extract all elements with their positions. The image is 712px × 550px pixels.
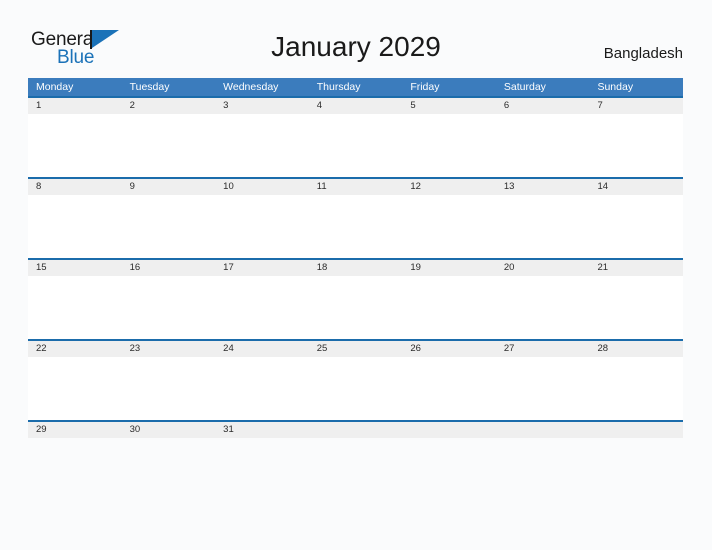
day-cell-content[interactable] [215, 357, 309, 420]
day-cell-date[interactable]: 11 [309, 179, 403, 195]
day-cell-date[interactable]: 29 [28, 422, 122, 438]
day-cell-content[interactable] [122, 195, 216, 258]
calendar-grid: Monday Tuesday Wednesday Thursday Friday… [28, 78, 683, 501]
weekday-header-sunday: Sunday [597, 81, 634, 93]
day-cell-content[interactable] [309, 276, 403, 339]
day-cell-content[interactable] [122, 276, 216, 339]
day-cell-date[interactable]: 17 [215, 260, 309, 276]
day-cell-content[interactable] [496, 357, 590, 420]
day-cell-date[interactable]: 31 [215, 422, 309, 438]
week-date-band: 1 2 3 4 5 6 7 [28, 98, 683, 114]
day-cell-content[interactable] [402, 114, 496, 177]
weekday-header-wednesday: Wednesday [223, 81, 279, 93]
day-cell-date[interactable]: 20 [496, 260, 590, 276]
day-cell-content-empty [496, 438, 590, 501]
day-cell-date[interactable]: 25 [309, 341, 403, 357]
day-cell-date[interactable]: 1 [28, 98, 122, 114]
day-cell-content[interactable] [122, 357, 216, 420]
day-cell-date[interactable]: 21 [589, 260, 683, 276]
day-cell-date[interactable]: 2 [122, 98, 216, 114]
day-cell-date[interactable]: 19 [402, 260, 496, 276]
calendar-week-row: 15 16 17 18 19 20 21 [28, 258, 683, 339]
day-cell-content[interactable] [215, 438, 309, 501]
calendar-page: General Blue January 2029 Bangladesh Mon… [0, 0, 712, 550]
page-header: General Blue January 2029 Bangladesh [0, 0, 712, 78]
week-content-area [28, 357, 683, 420]
day-cell-date-empty [496, 422, 590, 438]
weekday-header-saturday: Saturday [503, 81, 546, 93]
day-cell-date[interactable]: 4 [309, 98, 403, 114]
day-cell-content[interactable] [402, 357, 496, 420]
week-date-band: 8 9 10 11 12 13 14 [28, 179, 683, 195]
day-cell-content[interactable] [496, 195, 590, 258]
day-cell-date[interactable]: 12 [402, 179, 496, 195]
day-cell-date[interactable]: 3 [215, 98, 309, 114]
day-cell-date[interactable]: 5 [402, 98, 496, 114]
day-cell-content[interactable] [309, 114, 403, 177]
day-cell-content[interactable] [28, 357, 122, 420]
week-content-area [28, 438, 683, 501]
week-content-area [28, 276, 683, 339]
weekday-header-monday: Monday [36, 81, 74, 93]
day-cell-date[interactable]: 15 [28, 260, 122, 276]
day-cell-date[interactable]: 7 [589, 98, 683, 114]
week-content-area [28, 195, 683, 258]
day-cell-content[interactable] [589, 114, 683, 177]
day-cell-content[interactable] [496, 276, 590, 339]
day-cell-content[interactable] [309, 195, 403, 258]
day-cell-content[interactable] [122, 114, 216, 177]
day-cell-date[interactable]: 14 [589, 179, 683, 195]
day-cell-content[interactable] [402, 195, 496, 258]
day-cell-date[interactable]: 30 [122, 422, 216, 438]
day-cell-date[interactable]: 23 [122, 341, 216, 357]
day-cell-content[interactable] [215, 114, 309, 177]
day-cell-content-empty [309, 438, 403, 501]
day-cell-content[interactable] [496, 114, 590, 177]
day-cell-date-empty [309, 422, 403, 438]
day-cell-date[interactable]: 6 [496, 98, 590, 114]
day-cell-date[interactable]: 10 [215, 179, 309, 195]
day-cell-content[interactable] [28, 438, 122, 501]
day-cell-content[interactable] [215, 195, 309, 258]
day-cell-date-empty [402, 422, 496, 438]
day-cell-date[interactable]: 22 [28, 341, 122, 357]
day-cell-content[interactable] [28, 195, 122, 258]
country-label: Bangladesh [603, 45, 683, 62]
day-cell-date[interactable]: 13 [496, 179, 590, 195]
week-date-band: 15 16 17 18 19 20 21 [28, 260, 683, 276]
week-date-band: 29 30 31 [28, 422, 683, 438]
day-cell-date[interactable]: 26 [402, 341, 496, 357]
day-cell-content[interactable] [589, 357, 683, 420]
day-cell-content[interactable] [28, 276, 122, 339]
day-cell-content[interactable] [215, 276, 309, 339]
day-cell-content[interactable] [309, 357, 403, 420]
week-content-area [28, 114, 683, 177]
day-cell-content[interactable] [122, 438, 216, 501]
day-cell-date[interactable]: 9 [122, 179, 216, 195]
calendar-week-row: 8 9 10 11 12 13 14 [28, 177, 683, 258]
day-cell-content-empty [402, 438, 496, 501]
day-cell-date[interactable]: 8 [28, 179, 122, 195]
day-cell-date[interactable]: 28 [589, 341, 683, 357]
weekday-header-tuesday: Tuesday [129, 81, 170, 93]
day-cell-date[interactable]: 24 [215, 341, 309, 357]
day-cell-content[interactable] [28, 114, 122, 177]
week-date-band: 22 23 24 25 26 27 28 [28, 341, 683, 357]
day-cell-date[interactable]: 16 [122, 260, 216, 276]
day-cell-content[interactable] [402, 276, 496, 339]
weekday-header-friday: Friday [410, 81, 440, 93]
calendar-week-row: 22 23 24 25 26 27 28 [28, 339, 683, 420]
day-cell-date[interactable]: 18 [309, 260, 403, 276]
day-cell-content[interactable] [589, 276, 683, 339]
calendar-week-row: 1 2 3 4 5 6 7 [28, 96, 683, 177]
weekday-header-row: Monday Tuesday Wednesday Thursday Friday… [28, 78, 683, 96]
day-cell-content[interactable] [589, 195, 683, 258]
day-cell-date-empty [589, 422, 683, 438]
calendar-week-row: 29 30 31 [28, 420, 683, 501]
day-cell-date[interactable]: 27 [496, 341, 590, 357]
weekday-header-thursday: Thursday [316, 81, 361, 93]
day-cell-content-empty [589, 438, 683, 501]
